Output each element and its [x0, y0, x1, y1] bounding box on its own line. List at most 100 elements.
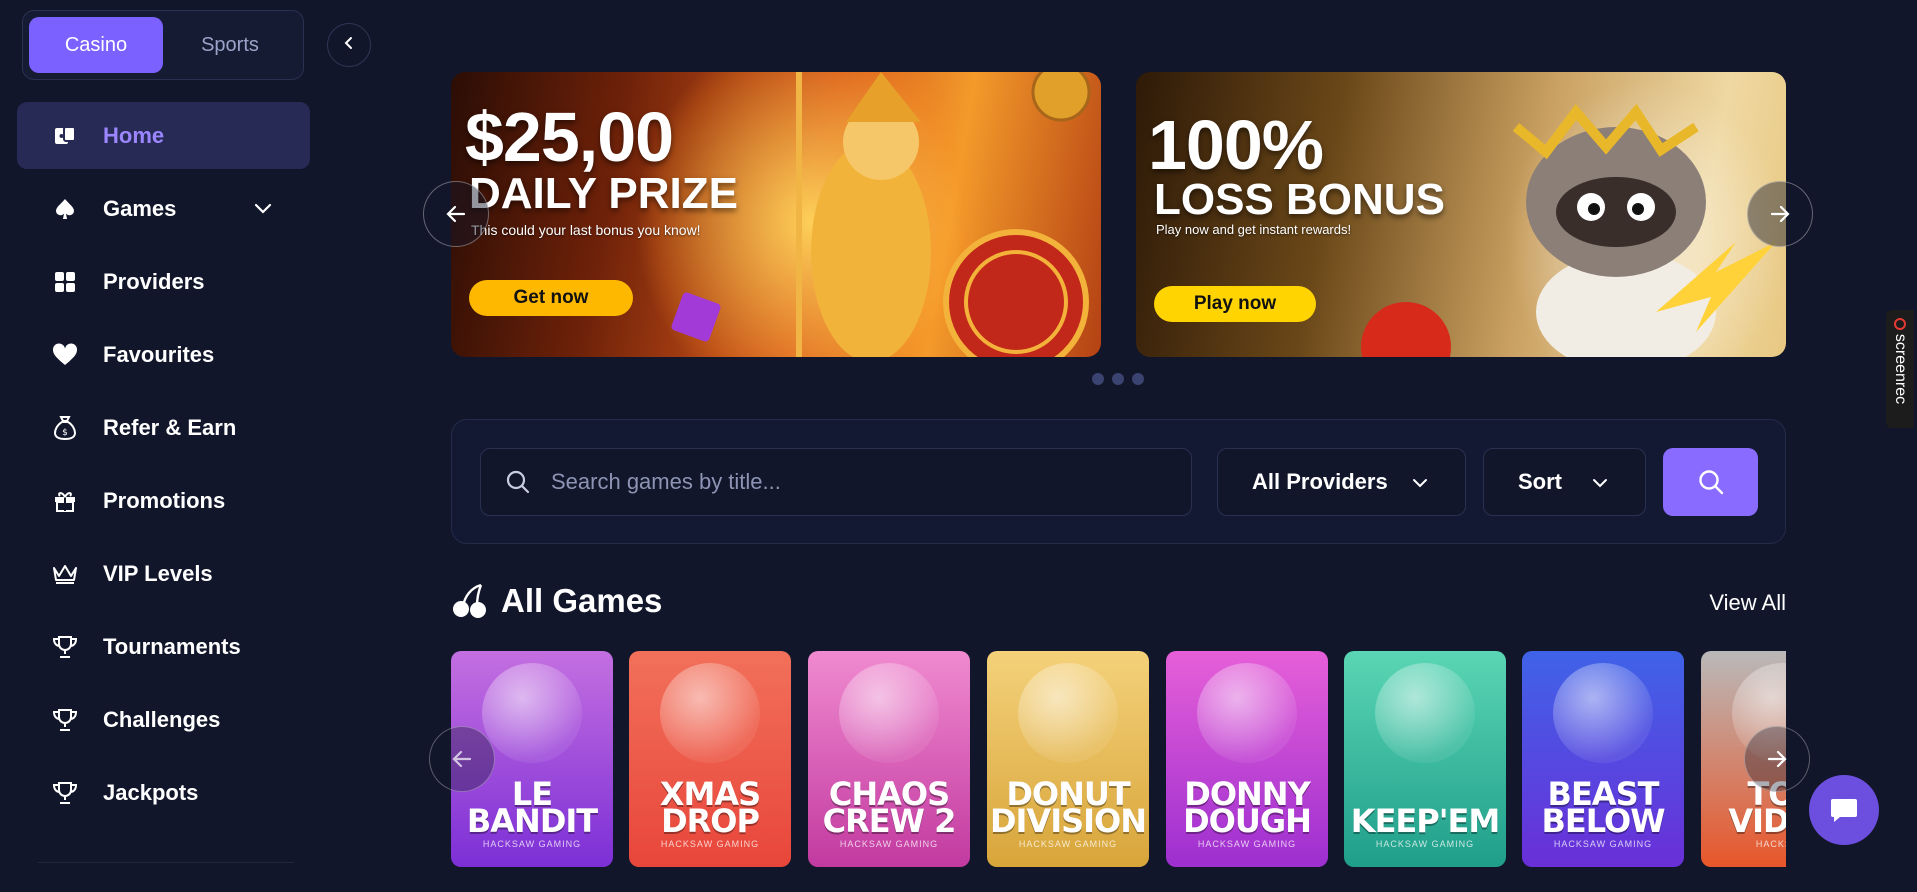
- money-bag-icon: $: [51, 414, 79, 442]
- search-icon: [506, 470, 530, 494]
- game-art: [482, 663, 582, 763]
- game-provider: HACKSAW GAMING: [1375, 839, 1475, 849]
- section-title: All Games: [501, 582, 663, 619]
- game-title: DONUT DIVISION: [989, 774, 1147, 840]
- game-provider: HACKSAW GAMING: [1197, 839, 1297, 849]
- banner-prev-button[interactable]: [423, 181, 489, 247]
- sidebar-item-label: Home: [103, 122, 165, 148]
- search-icon: [1698, 470, 1723, 495]
- carousel-dot[interactable]: [1132, 373, 1144, 385]
- game-provider: HACKSAW GAMING: [1553, 839, 1653, 849]
- sidebar-item-jackpots[interactable]: Jackpots: [17, 759, 310, 826]
- search-panel: All Providers Sort: [451, 419, 1786, 544]
- game-provider: HACKSAW GAMING: [839, 839, 939, 849]
- banner-subheadline: DAILY PRIZE: [469, 169, 738, 218]
- trophy-icon: [51, 779, 79, 807]
- casino-tab[interactable]: Casino: [29, 17, 163, 73]
- search-field[interactable]: [480, 448, 1192, 516]
- game-card[interactable]: DONUT DIVISION HACKSAW GAMING: [987, 651, 1149, 867]
- sidebar-item-favourites[interactable]: Favourites: [17, 321, 310, 388]
- chevron-down-icon[interactable]: [252, 197, 274, 224]
- sidebar-item-label: Challenges: [103, 706, 221, 732]
- sidebar-item-tournaments[interactable]: Tournaments: [17, 613, 310, 680]
- collapse-sidebar-button[interactable]: [327, 23, 371, 67]
- play-now-button[interactable]: Play now: [1154, 286, 1316, 322]
- games-prev-button[interactable]: [429, 726, 495, 792]
- game-provider: HACKSAW GAMING: [660, 839, 760, 849]
- sidebar-item-providers[interactable]: Providers: [17, 248, 310, 315]
- sort-dropdown[interactable]: Sort: [1483, 448, 1646, 516]
- sidebar-divider: [38, 862, 294, 863]
- sidebar-item-label: Providers: [103, 268, 205, 294]
- game-card[interactable]: XMAS DROP HACKSAW GAMING: [629, 651, 791, 867]
- arrow-right-icon: [1770, 205, 1790, 223]
- search-input[interactable]: [551, 469, 1151, 495]
- game-art: [1018, 663, 1118, 763]
- sidebar-item-label: Jackpots: [103, 779, 199, 805]
- game-card[interactable]: BEAST BELOW HACKSAW GAMING: [1522, 651, 1684, 867]
- chevron-down-icon: [1413, 479, 1427, 488]
- sidebar-item-label: VIP Levels: [103, 560, 213, 586]
- chevron-down-icon: [1593, 479, 1607, 488]
- banner-headline: $25,00: [465, 98, 674, 176]
- banner-subheadline: LOSS BONUS: [1154, 175, 1445, 224]
- sidebar-item-challenges[interactable]: Challenges: [17, 686, 310, 753]
- arrow-right-icon: [1767, 750, 1787, 768]
- game-art: [660, 663, 760, 763]
- sidebar-item-label: Games: [103, 195, 177, 221]
- game-provider: HACKSAW: [1755, 839, 1786, 849]
- trophy-icon: [51, 706, 79, 734]
- svg-text:$: $: [62, 428, 68, 438]
- search-button[interactable]: [1663, 448, 1758, 516]
- heart-icon: [51, 341, 79, 369]
- providers-dropdown[interactable]: All Providers: [1217, 448, 1466, 516]
- game-art: [839, 663, 939, 763]
- carousel-dots: [1092, 373, 1144, 385]
- carousel-dot[interactable]: [1112, 373, 1124, 385]
- record-icon: [1894, 318, 1906, 330]
- chat-button[interactable]: [1809, 775, 1879, 845]
- game-title: BEAST BELOW: [1541, 774, 1666, 840]
- sidebar: Casino Sports Home Games Providers Favou…: [0, 0, 320, 892]
- chat-bubble-icon: [1831, 799, 1857, 822]
- game-card[interactable]: CHAOS CREW 2 HACKSAW GAMING: [808, 651, 970, 867]
- game-card[interactable]: KEEP'EM HACKSAW GAMING: [1344, 651, 1506, 867]
- view-all-link[interactable]: View All: [1709, 590, 1786, 616]
- banner-headline: 100%: [1148, 106, 1324, 184]
- sidebar-item-label: Refer & Earn: [103, 414, 237, 440]
- game-card[interactable]: DONNY DOUGH HACKSAW GAMING: [1166, 651, 1328, 867]
- game-art: [1375, 663, 1475, 763]
- providers-dropdown-label: All Providers: [1252, 469, 1388, 494]
- sports-tab[interactable]: Sports: [163, 17, 297, 73]
- banner-text: This could your last bonus you know!: [471, 222, 701, 238]
- sidebar-item-home[interactable]: Home: [17, 102, 310, 169]
- all-games-header: All Games View All: [451, 578, 1786, 626]
- chevron-left-icon: [342, 36, 356, 55]
- games-next-button[interactable]: [1744, 726, 1810, 792]
- game-title: XMAS DROP: [659, 774, 761, 840]
- sidebar-item-label: Favourites: [103, 341, 215, 367]
- game-art: [1553, 663, 1653, 763]
- game-provider: HACKSAW GAMING: [482, 839, 582, 849]
- carousel-dot[interactable]: [1092, 373, 1104, 385]
- game-title: DONNY DOUGH: [1183, 774, 1312, 840]
- arrow-left-icon: [452, 750, 472, 768]
- sidebar-item-label: Promotions: [103, 487, 226, 513]
- sidebar-item-refer-earn[interactable]: $ Refer & Earn: [17, 394, 310, 461]
- cherries-icon: [453, 583, 486, 618]
- screenrec-label: screenrec: [1892, 333, 1909, 405]
- banner-text: Play now and get instant rewards!: [1156, 222, 1352, 237]
- promo-banner-daily-prize[interactable]: $25,00 DAILY PRIZE This could your last …: [451, 72, 1101, 357]
- grid-icon: [51, 268, 79, 296]
- screenrec-tab[interactable]: screenrec: [1886, 310, 1914, 428]
- promo-banner-loss-bonus[interactable]: 100% LOSS BONUS Play now and get instant…: [1136, 72, 1786, 357]
- game-title: KEEP'EM: [1350, 801, 1500, 840]
- home-cards-icon: [51, 122, 79, 150]
- sidebar-item-games[interactable]: Games: [17, 175, 310, 242]
- get-now-button[interactable]: Get now: [469, 280, 633, 316]
- banner-next-button[interactable]: [1747, 181, 1813, 247]
- sidebar-item-promotions[interactable]: Promotions: [17, 467, 310, 534]
- spade-icon: [51, 195, 79, 223]
- gift-icon: [51, 487, 79, 515]
- sidebar-item-vip-levels[interactable]: VIP Levels: [17, 540, 310, 607]
